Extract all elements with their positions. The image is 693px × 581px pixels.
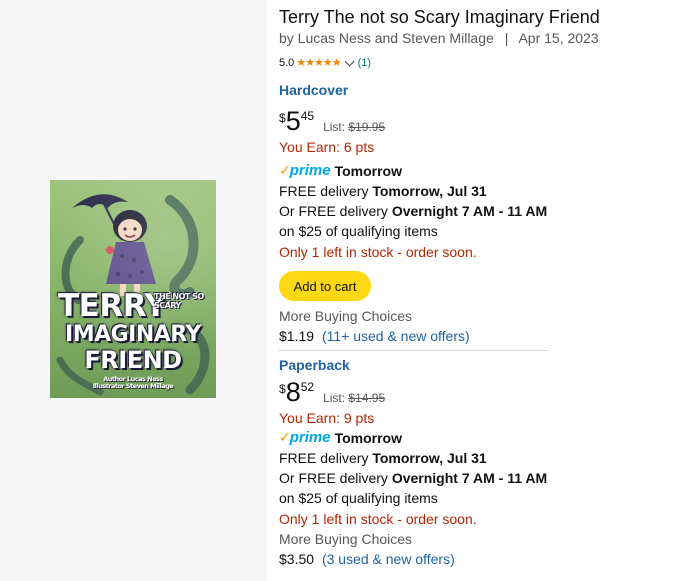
prime-delivery-day: Tomorrow <box>334 162 402 179</box>
overnight-window: Overnight 7 AM - 11 AM <box>391 470 548 486</box>
paperback-price: $ 8 52 List: $14.95 <box>279 379 385 406</box>
chevron-down-icon[interactable] <box>344 56 355 66</box>
paperback-offers-link[interactable]: (3 used & new offers) <box>322 551 455 567</box>
delivery-prefix: FREE delivery <box>279 183 373 199</box>
paperback-more-buying-choices: More Buying Choices <box>279 531 413 547</box>
list-price: List: $14.95 <box>323 391 385 405</box>
list-price-value: $14.95 <box>348 391 386 405</box>
overnight-prefix: Or FREE delivery <box>279 470 392 486</box>
cover-title-imaginary: IMAGINARY <box>65 322 201 347</box>
paperback-stock-status: Only 1 left in stock - order soon. <box>279 511 477 527</box>
list-price: List: $19.95 <box>323 120 385 134</box>
overnight-prefix: Or FREE delivery <box>279 203 392 219</box>
paperback-prime-row: ✓ prime Tomorrow <box>279 429 402 446</box>
price-fraction: 45 <box>300 109 315 123</box>
hardcover-free-delivery: FREE delivery Tomorrow, Jul 31 <box>279 183 487 199</box>
left-panel: TERRY THE NOT SO SCARY IMAGINARY FRIEND … <box>0 0 267 581</box>
hardcover-price: $ 5 45 List: $19.95 <box>279 108 385 135</box>
rating-value: 5.0 <box>279 56 295 69</box>
list-price-value: $19.95 <box>348 120 386 134</box>
byline: by Lucas Ness and Steven Millage | Apr 1… <box>279 30 599 46</box>
delivery-prefix: FREE delivery <box>279 450 373 466</box>
author-names: by Lucas Ness and Steven Millage <box>279 30 494 46</box>
price-symbol: $ <box>279 382 286 396</box>
cover-title-terry: TERRY <box>58 288 167 324</box>
paperback-qualifying: on $25 of qualifying items <box>279 490 438 506</box>
list-label: List: <box>323 120 349 134</box>
overnight-window: Overnight 7 AM - 11 AM <box>391 203 548 219</box>
price-symbol: $ <box>279 111 286 125</box>
publish-date: Apr 15, 2023 <box>518 30 599 46</box>
prime-logo-icon: prime <box>289 429 331 446</box>
rating-row[interactable]: 5.0 ★★★★★ (1) <box>279 56 371 69</box>
hardcover-offers-row: $1.19 (11+ used & new offers) <box>279 328 470 344</box>
hardcover-prime-row: ✓ prime Tomorrow <box>279 162 402 179</box>
price-whole: 5 <box>285 106 301 136</box>
paperback-offers-row: $3.50 (3 used & new offers) <box>279 551 455 567</box>
cover-credits: Author Lucas Ness Illustrator Steven Mil… <box>50 376 216 390</box>
byline-separator: | <box>504 30 509 46</box>
delivery-date: Tomorrow, Jul 31 <box>372 183 487 199</box>
price-fraction: 52 <box>300 380 315 394</box>
hardcover-qualifying: on $25 of qualifying items <box>279 223 438 239</box>
hardcover-stock-status: Only 1 left in stock - order soon. <box>279 244 477 260</box>
hardcover-overnight-delivery: Or FREE delivery Overnight 7 AM - 11 AM <box>279 203 547 219</box>
hardcover-offers-link[interactable]: (11+ used & new offers) <box>322 328 470 344</box>
cover-illustrator-line: Illustrator Steven Millage <box>92 382 174 390</box>
book-cover-image[interactable]: TERRY THE NOT SO SCARY IMAGINARY FRIEND … <box>50 180 216 398</box>
delivery-date: Tomorrow, Jul 31 <box>372 450 487 466</box>
product-title[interactable]: Terry The not so Scary Imaginary Friend <box>279 7 600 28</box>
paperback-overnight-delivery: Or FREE delivery Overnight 7 AM - 11 AM <box>279 470 547 486</box>
list-label: List: <box>323 391 349 405</box>
format-divider <box>279 350 548 351</box>
used-price: $3.50 <box>279 551 315 567</box>
rating-count-link[interactable]: (1) <box>358 57 371 69</box>
cover-title-friend: FRIEND <box>84 346 182 374</box>
prime-delivery-day: Tomorrow <box>334 429 402 446</box>
used-price: $1.19 <box>279 328 315 344</box>
paperback-earn-points: You Earn: 9 pts <box>279 410 375 426</box>
price-whole: 8 <box>285 377 301 407</box>
rating-stars-icon[interactable]: ★★★★★ <box>296 56 341 69</box>
format-paperback-link[interactable]: Paperback <box>279 357 350 373</box>
hardcover-more-buying-choices: More Buying Choices <box>279 308 413 324</box>
format-hardcover-link[interactable]: Hardcover <box>279 82 348 98</box>
cover-title-not-so-scary: THE NOT SO SCARY <box>154 292 204 310</box>
add-to-cart-button[interactable]: Add to cart <box>279 271 371 301</box>
paperback-free-delivery: FREE delivery Tomorrow, Jul 31 <box>279 450 487 466</box>
prime-logo-icon: prime <box>289 162 331 179</box>
hardcover-earn-points: You Earn: 6 pts <box>279 139 375 155</box>
